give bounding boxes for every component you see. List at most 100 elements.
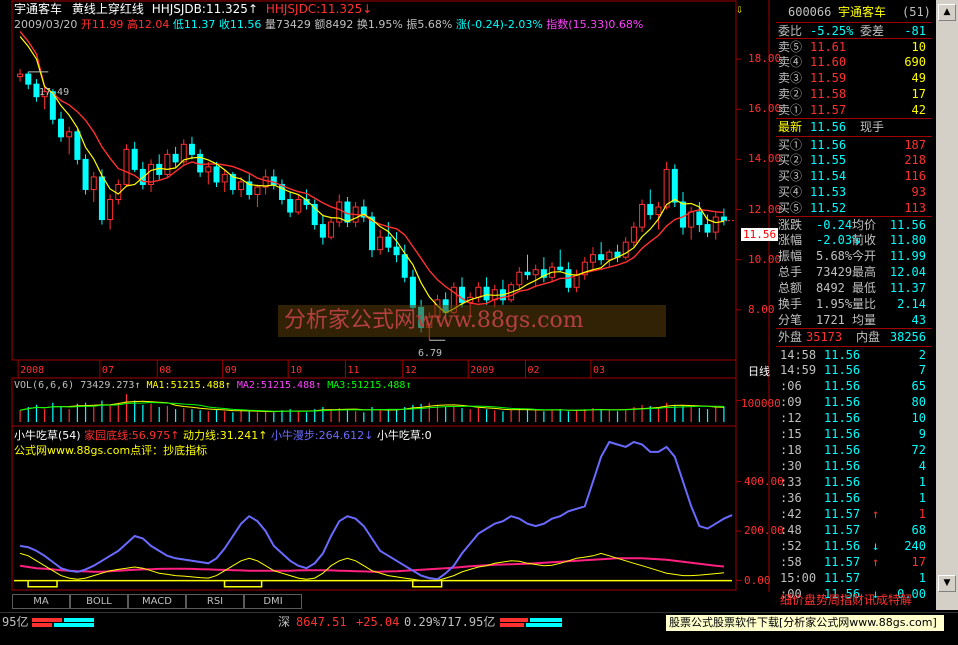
indicator-tab-rsi[interactable]: RSI [186, 594, 244, 609]
ad-link[interactable]: 股票公式股票软件下载[分析家公式网www.88gs.com] [666, 615, 944, 631]
stat-label: 量比 [852, 297, 877, 311]
stat-row: 换手 1.95% 量比 2.14 [776, 296, 932, 312]
quote-panel: 600066 宇通客车 (51) 委比 -5.25% 委差 -81 卖⑤ 11.61 10 卖④ 11… [776, 0, 934, 610]
chicao-dip [27, 580, 58, 588]
tick-price: 11.56 [824, 395, 861, 409]
line1-arrow-icon: ↑ [247, 2, 258, 16]
shenzhen-pct: 0.29% [404, 615, 441, 629]
stat-row: 分笔 1721 均量 43 [776, 312, 932, 328]
stat-label: 最高 [852, 265, 877, 279]
bid-volume: 218 [904, 153, 926, 167]
tick-volume: 4 [918, 459, 926, 473]
stat-value: 8492 [816, 281, 845, 295]
time-axis-label: 07 [101, 365, 114, 376]
stat-label: 最低 [852, 281, 877, 295]
candle-body [221, 173, 228, 183]
panel-footer-tabs[interactable]: 细价盘势周指财讯成特解 [780, 594, 912, 606]
indicator-tab-dmi[interactable]: DMI [244, 594, 302, 609]
ma2-arrow-icon: ↑ [315, 380, 322, 391]
tick-row: :48 11.57 68 [776, 522, 932, 538]
kline-chart-area[interactable]: 宇通客车 黄线上穿红线 HHJSJDB:11.325↑ HHJSJDC:11.3… [0, 0, 784, 610]
tick-volume: 10 [911, 411, 926, 425]
tick-row: :12 11.56 10 [776, 410, 932, 426]
indicator-panel-header: 小牛吃草(54) 家园底线:56.975↑ 动力线:31.241↑ 小牛漫步:2… [14, 430, 432, 441]
candle-body [213, 166, 220, 183]
latest-label: 最新 [778, 120, 803, 134]
tick-price: 11.57 [824, 507, 861, 521]
stat-value: 11.99 [889, 249, 926, 263]
scroll-up-button[interactable]: ▲ [938, 4, 956, 21]
indicator-tab-macd[interactable]: MACD [128, 594, 186, 609]
time-axis-label: 09 [224, 365, 237, 376]
volume-arrow-icon: ↑ [134, 380, 141, 391]
volume-ma3: MA3:51215.488 [327, 380, 406, 391]
volume-axis-label: 100000 [741, 397, 781, 410]
ask-price: 11.60 [810, 55, 847, 69]
vertical-scrollbar[interactable]: ▲ ▼ [936, 0, 958, 610]
ask-volume: 690 [904, 55, 926, 69]
tick-price: 11.56 [824, 475, 861, 489]
bid-row: 买⑤ 11.52 113 [776, 200, 932, 216]
download-arrow-icon[interactable]: ⇩ [736, 3, 743, 15]
stat-value: 12.04 [889, 265, 926, 279]
candle-body [647, 204, 654, 216]
tick-price: 11.56 [824, 348, 861, 362]
tick-row: 14:59 11.56 7 [776, 362, 932, 378]
tick-price: 11.56 [824, 459, 861, 473]
volume-ma2: MA2:51215.488 [236, 380, 316, 391]
candle-body [205, 166, 212, 173]
candle-body [17, 73, 24, 78]
candle-body [606, 251, 613, 261]
period-label[interactable]: 日线 [748, 366, 770, 377]
line2-value-label: HHJSJDC:11.325 [265, 2, 363, 16]
candle-body [401, 254, 408, 278]
high-annotation: 17.49 [39, 87, 70, 98]
inner-value: 38256 [889, 330, 926, 344]
candle-body [598, 254, 605, 261]
tick-time: 14:59 [780, 363, 817, 377]
webi-value: -5.25% [810, 24, 854, 38]
tick-row: :33 11.56 1 [776, 474, 932, 490]
webi-label: 委比 [778, 24, 803, 38]
bid-level-label: 买② [778, 153, 803, 167]
candle-body [254, 186, 261, 195]
tick-price: 11.56 [824, 491, 861, 505]
indicator-tab-ma[interactable]: MA [12, 594, 70, 609]
tick-direction-icon: ↑ [872, 555, 880, 569]
bid-volume: 187 [904, 138, 926, 152]
candle-body [712, 216, 719, 233]
tick-volume: 1 [918, 507, 926, 521]
shenzhen-amount: 717.95亿 [440, 615, 496, 629]
tick-volume: 2 [918, 348, 926, 362]
dongli-arrow-icon: ↑ [258, 429, 268, 442]
weicha-value: -81 [904, 24, 926, 38]
bid-price: 11.53 [810, 185, 847, 199]
ask-level-label: 卖① [778, 103, 803, 117]
bid-price: 11.55 [810, 153, 847, 167]
left-amount: 95亿 [2, 615, 29, 629]
bar-date-label: 2009/03/20 [14, 18, 78, 31]
index-change-label: 指数(15.33)0.68% [546, 18, 644, 31]
time-axis-label: 11 [347, 365, 360, 376]
candle-body [385, 236, 392, 248]
stat-label: 总额 [778, 281, 803, 295]
outer-label: 外盘 [778, 330, 803, 344]
webi-row: 委比 -5.25% 委差 -81 [776, 22, 932, 38]
stock-terminal-window: 宇通客车 黄线上穿红线 HHJSJDB:11.325↑ HHJSJDC:11.3… [0, 0, 958, 645]
tick-price: 11.56 [824, 379, 861, 393]
tick-time: :58 [780, 555, 802, 569]
tick-time: 14:58 [780, 348, 817, 362]
high-price-label: 高12.04 [126, 18, 170, 31]
ask-row: 卖① 11.57 42 [776, 102, 932, 118]
tick-volume: 17 [911, 555, 926, 569]
inner-label: 内盘 [856, 330, 881, 344]
scroll-down-button[interactable]: ▼ [938, 575, 956, 592]
tick-row: :09 11.56 80 [776, 394, 932, 410]
time-axis-label: 02 [527, 365, 540, 376]
stock-number: (51) [902, 5, 931, 19]
candle-body [704, 224, 711, 233]
stat-label: 均量 [852, 313, 877, 327]
indicator-tab-boll[interactable]: BOLL [70, 594, 128, 609]
tick-price: 11.56 [824, 363, 861, 377]
stat-label: 均价 [852, 218, 877, 232]
